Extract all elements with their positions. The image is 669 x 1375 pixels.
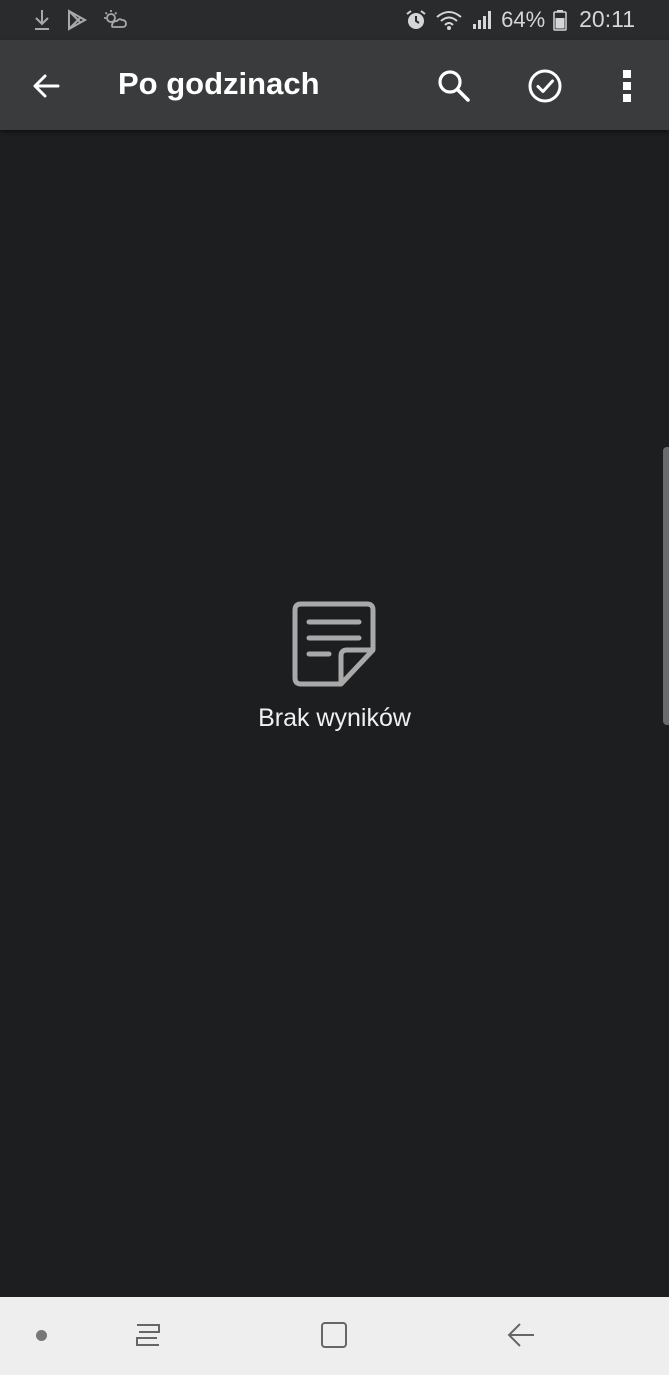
navigation-bar	[0, 1297, 669, 1375]
status-bar: 64% 20:11	[0, 0, 669, 40]
empty-message: Brak wyników	[258, 704, 411, 732]
check-circle-icon	[528, 69, 562, 103]
scroll-handle[interactable]	[663, 447, 669, 725]
back-arrow-icon	[33, 74, 60, 98]
battery-icon	[553, 9, 567, 31]
app-bar: Po godzinach	[0, 40, 669, 130]
wifi-icon	[435, 9, 463, 31]
empty-state: Brak wyników	[0, 600, 669, 733]
status-right-icons: 64% 20:11	[405, 6, 635, 33]
weather-icon	[102, 8, 128, 32]
recents-icon	[136, 1324, 160, 1346]
more-vert-icon	[623, 70, 631, 102]
page-title: Po godzinach	[118, 66, 320, 101]
screen: 64% 20:11 Po godzinach Brak wyników	[0, 0, 669, 1375]
dot-icon[interactable]	[36, 1330, 47, 1341]
back-icon	[507, 1323, 534, 1347]
more-options-button[interactable]	[603, 62, 651, 110]
play-store-icon	[66, 8, 88, 32]
back-nav-button[interactable]	[501, 1315, 541, 1355]
back-button[interactable]	[22, 62, 70, 110]
battery-percent: 64%	[501, 6, 546, 32]
note-icon	[292, 601, 375, 687]
search-button[interactable]	[430, 62, 478, 110]
select-all-button[interactable]	[521, 62, 569, 110]
recents-button[interactable]	[128, 1315, 168, 1355]
home-button[interactable]	[314, 1315, 354, 1355]
home-icon	[321, 1322, 347, 1348]
status-left-icons	[32, 8, 128, 32]
alarm-icon	[405, 9, 427, 31]
clock: 20:11	[579, 6, 635, 32]
signal-icon	[471, 9, 493, 31]
download-icon	[32, 8, 52, 32]
search-icon	[438, 70, 470, 102]
